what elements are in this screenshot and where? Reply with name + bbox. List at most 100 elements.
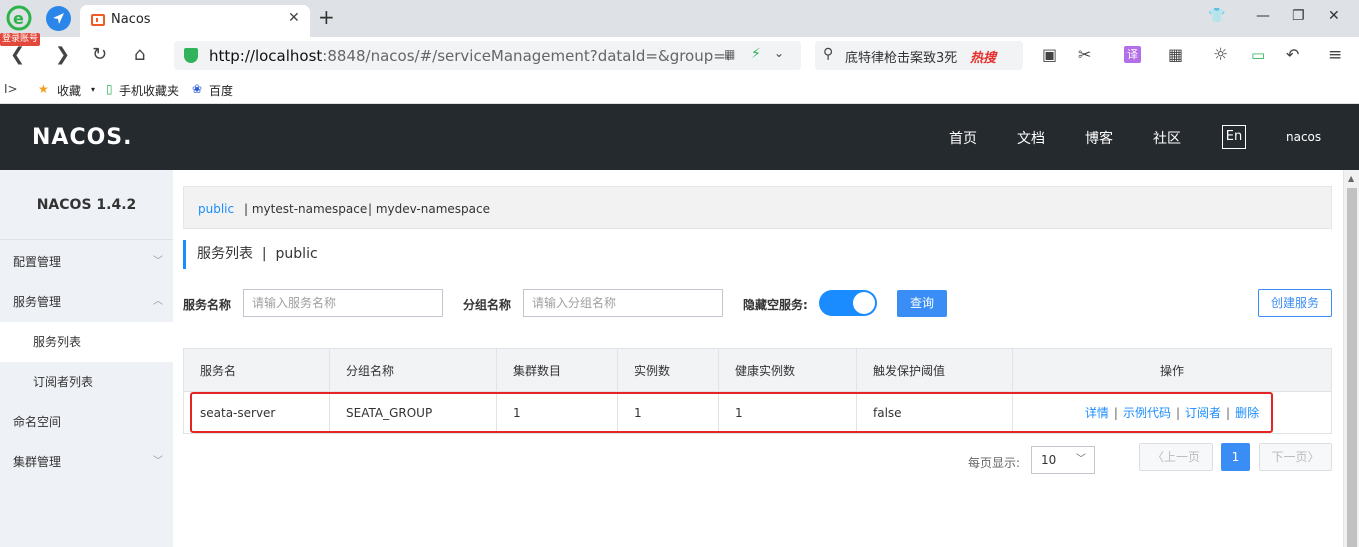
bookmark-mobile[interactable]: 手机收藏夹 — [119, 82, 179, 99]
menu-icon[interactable]: ≡ — [1328, 45, 1342, 65]
chevron-down-icon: ﹀ — [153, 256, 163, 267]
header-threshold: 触发保护阈值 — [857, 349, 1013, 391]
page-scrollbar[interactable]: ▲ — [1343, 170, 1359, 547]
qr-code-icon[interactable]: ▦ — [724, 47, 735, 61]
menu-community[interactable]: 社区 — [1153, 128, 1181, 148]
chevron-down-icon: ﹀ — [153, 456, 163, 467]
undo-icon[interactable]: ↶ — [1286, 45, 1299, 65]
apps-grid-icon[interactable]: ▦ — [1168, 45, 1183, 65]
language-switch[interactable]: En — [1222, 125, 1246, 149]
browser-tab[interactable]: Nacos ✕ — [80, 5, 310, 37]
address-bar[interactable]: http://localhost:8848/nacos/#/serviceMan… — [174, 41, 801, 70]
sidebar-item-cluster[interactable]: 集群管理 ﹀ — [0, 442, 173, 482]
chevron-down-icon[interactable]: ⌄ — [774, 46, 784, 60]
table-header: 服务名 分组名称 集群数目 实例数 健康实例数 触发保护阈值 操作 — [184, 349, 1331, 392]
hide-empty-label: 隐藏空服务: — [743, 298, 808, 312]
brightness-icon[interactable]: ☼ — [1213, 45, 1228, 65]
search-icon: ⚲ — [823, 46, 834, 62]
chevron-up-icon: ︿ — [153, 296, 163, 307]
mobile-icon: ▯ — [106, 82, 113, 96]
navigation-icon[interactable] — [46, 6, 71, 31]
chevron-down-icon: ﹀ — [1076, 454, 1086, 465]
group-name-label: 分组名称 — [463, 298, 512, 312]
bookmark-baidu[interactable]: 百度 — [209, 82, 233, 99]
cell-service-name: seata-server — [184, 392, 330, 433]
hide-empty-switch[interactable] — [819, 290, 877, 316]
cell-healthy-count: 1 — [719, 392, 857, 433]
chevron-left-icon: 〈 — [1151, 450, 1164, 464]
url-text[interactable]: http://localhost:8848/nacos/#/serviceMan… — [209, 47, 729, 65]
action-detail-link[interactable]: 详情 — [1085, 404, 1109, 421]
header-cluster-count: 集群数目 — [497, 349, 618, 391]
sidebar-item-namespace[interactable]: 命名空间 — [0, 402, 173, 442]
page-title: 服务列表 | public — [183, 240, 318, 269]
browser-tab-bar: e Nacos ✕ + 👕 — ❐ ✕ — [0, 0, 1359, 37]
namespace-mydev[interactable]: | mydev-namespace — [368, 202, 490, 216]
nacos-logo[interactable]: NACOS. — [32, 125, 133, 150]
next-page-button[interactable]: 下一页〉 — [1259, 443, 1332, 471]
battery-icon[interactable]: ▭ — [1251, 45, 1265, 65]
cell-threshold: false — [857, 392, 1013, 433]
baidu-paw-icon: ❀ — [192, 82, 203, 96]
sidebar-toggle-icon[interactable]: I> — [4, 82, 18, 96]
browser-toolbar: ❮ ❯ ↻ ⌂ http://localhost:8848/nacos/#/se… — [0, 37, 1359, 75]
browser-logo-icon[interactable]: e — [6, 5, 32, 31]
query-button[interactable]: 查询 — [897, 290, 947, 317]
namespace-mytest[interactable]: | mytest-namespace — [244, 202, 367, 216]
user-name[interactable]: nacos — [1286, 130, 1321, 144]
tab-close-icon[interactable]: ✕ — [288, 10, 300, 26]
reload-icon[interactable]: ↻ — [92, 45, 107, 65]
forward-icon[interactable]: ❯ — [55, 45, 70, 65]
table-row: seata-server SEATA_GROUP 1 1 1 false 详情 |… — [184, 392, 1331, 433]
prev-page-button[interactable]: 〈上一页 — [1139, 443, 1213, 471]
reader-icon[interactable]: ▣ — [1042, 45, 1057, 65]
main-content: public | mytest-namespace | mydev-namesp… — [173, 170, 1343, 547]
home-icon[interactable]: ⌂ — [134, 45, 145, 65]
search-text[interactable]: 底特律枪击案致3死 — [845, 47, 957, 66]
create-service-button[interactable]: 创建服务 — [1258, 289, 1332, 317]
close-window-icon[interactable]: ✕ — [1328, 8, 1340, 24]
skin-icon[interactable]: 👕 — [1208, 8, 1225, 24]
lightning-icon[interactable]: ⚡ — [751, 46, 761, 62]
sidebar-item-service-list[interactable]: 服务列表 — [0, 322, 173, 362]
page-number-current[interactable]: 1 — [1221, 443, 1250, 471]
secure-shield-icon — [184, 48, 198, 63]
nacos-favicon-icon — [91, 14, 105, 26]
sidebar-item-subscribers[interactable]: 订阅者列表 — [0, 362, 173, 402]
menu-home[interactable]: 首页 — [949, 128, 977, 148]
action-delete-link[interactable]: 删除 — [1235, 404, 1259, 421]
action-sample-code-link[interactable]: 示例代码 — [1123, 404, 1171, 421]
per-page-select[interactable]: 10 ﹀ — [1031, 446, 1095, 474]
cell-cluster-count: 1 — [497, 392, 618, 433]
bookmark-favorites[interactable]: 收藏 — [57, 82, 81, 99]
menu-blog[interactable]: 博客 — [1085, 128, 1113, 148]
svg-text:e: e — [13, 9, 24, 28]
translate-icon[interactable]: 译 — [1124, 46, 1141, 63]
action-subscribers-link[interactable]: 订阅者 — [1185, 404, 1221, 421]
group-name-input[interactable] — [523, 289, 723, 317]
chevron-right-icon: 〉 — [1307, 450, 1320, 464]
namespace-public[interactable]: public — [198, 202, 234, 216]
header-instance-count: 实例数 — [618, 349, 719, 391]
scissors-icon[interactable]: ✂ — [1078, 45, 1091, 65]
service-name-input[interactable] — [243, 289, 443, 317]
favorites-dropdown-icon[interactable]: ▾ — [91, 85, 95, 94]
new-tab-button[interactable]: + — [318, 5, 335, 29]
hot-search-label[interactable]: 热搜 — [970, 47, 996, 66]
cell-instance-count: 1 — [618, 392, 719, 433]
search-box[interactable]: ⚲ 底特律枪击案致3死 热搜 — [815, 41, 1023, 70]
scroll-up-icon[interactable]: ▲ — [1348, 174, 1354, 183]
scroll-thumb[interactable] — [1347, 188, 1357, 547]
nacos-header: NACOS. 首页 文档 博客 社区 En nacos — [0, 104, 1359, 170]
sidebar-item-config[interactable]: 配置管理 ﹀ — [0, 242, 173, 282]
header-service-name: 服务名 — [184, 349, 330, 391]
restore-icon[interactable]: ❐ — [1292, 8, 1305, 24]
menu-docs[interactable]: 文档 — [1017, 128, 1045, 148]
minimize-icon[interactable]: — — [1256, 8, 1270, 24]
bookmarks-bar: I> ★ 收藏 ▾ ▯ 手机收藏夹 ❀ 百度 — [0, 75, 1359, 104]
login-badge[interactable]: 登录账号 — [0, 33, 41, 46]
back-icon[interactable]: ❮ — [10, 45, 25, 65]
service-table: 服务名 分组名称 集群数目 实例数 健康实例数 触发保护阈值 操作 seata-… — [183, 348, 1332, 434]
sidebar-item-service-management[interactable]: 服务管理 ︿ — [0, 282, 173, 322]
service-name-label: 服务名称 — [183, 298, 232, 312]
